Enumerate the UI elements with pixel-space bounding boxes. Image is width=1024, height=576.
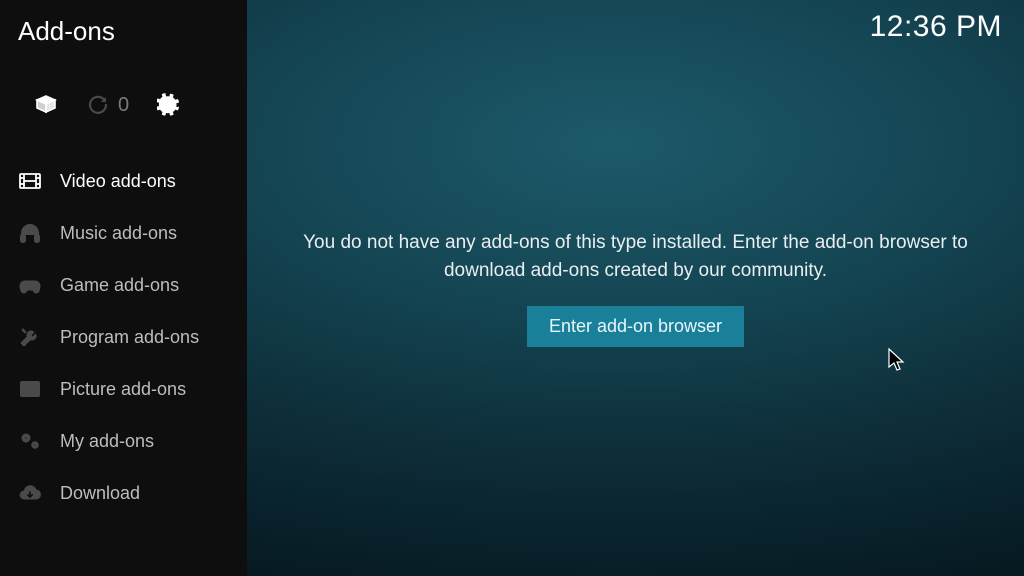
main-content: 12:36 PM You do not have any add-ons of … — [247, 0, 1024, 576]
film-icon — [18, 169, 42, 193]
box-icon[interactable] — [34, 93, 58, 117]
refresh-button[interactable]: 0 — [86, 93, 129, 117]
sidebar-item-picture-addons[interactable]: Picture add-ons — [0, 363, 247, 415]
sidebar-list: Video add-ons Music add-ons Game add-ons — [0, 155, 247, 519]
clock: 12:36 PM — [870, 10, 1002, 44]
mouse-cursor-icon — [887, 347, 907, 373]
enter-addon-browser-button[interactable]: Enter add-on browser — [527, 306, 744, 347]
sidebar-item-my-addons[interactable]: My add-ons — [0, 415, 247, 467]
sidebar-item-label: Picture add-ons — [60, 379, 186, 400]
page-title: Add-ons — [18, 16, 229, 47]
sidebar-item-game-addons[interactable]: Game add-ons — [0, 259, 247, 311]
sidebar-item-label: Download — [60, 483, 140, 504]
sidebar-item-download[interactable]: Download — [0, 467, 247, 519]
gear-icon[interactable] — [157, 93, 181, 117]
sidebar-item-program-addons[interactable]: Program add-ons — [0, 311, 247, 363]
sidebar-item-label: Video add-ons — [60, 171, 176, 192]
update-count: 0 — [118, 94, 129, 117]
sidebar-toolbar: 0 — [0, 55, 247, 155]
picture-icon — [18, 377, 42, 401]
sidebar: Add-ons 0 — [0, 0, 247, 576]
sidebar-item-music-addons[interactable]: Music add-ons — [0, 207, 247, 259]
sidebar-item-label: My add-ons — [60, 431, 154, 452]
gears-icon — [18, 429, 42, 453]
cloud-download-icon — [18, 481, 42, 505]
headphones-icon — [18, 221, 42, 245]
sidebar-item-label: Program add-ons — [60, 327, 199, 348]
tools-icon — [18, 325, 42, 349]
gamepad-icon — [18, 273, 42, 297]
sidebar-item-video-addons[interactable]: Video add-ons — [0, 155, 247, 207]
sidebar-item-label: Music add-ons — [60, 223, 177, 244]
refresh-icon — [86, 93, 110, 117]
sidebar-item-label: Game add-ons — [60, 275, 179, 296]
sidebar-header: Add-ons — [0, 0, 247, 55]
empty-state-message: You do not have any add-ons of this type… — [266, 229, 1006, 284]
